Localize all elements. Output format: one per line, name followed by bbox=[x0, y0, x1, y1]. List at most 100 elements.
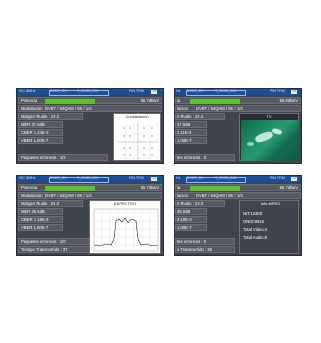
noise-margin-row: n Ruido : 22.4 bbox=[175, 113, 225, 120]
noise-margin-row: n Ruido : 23.3 bbox=[175, 200, 225, 207]
power-value: 55.8dBuV bbox=[279, 98, 298, 104]
elapsed-time-row: o Transcurrido : 35 bbox=[175, 246, 235, 253]
modulation-row: Modulacion DVBT / 64QAM / 8K / 1/4 bbox=[18, 105, 162, 112]
modulation-label: lacion bbox=[177, 193, 188, 199]
cber-value: 3.10E-3 bbox=[177, 217, 192, 223]
power-label: ia bbox=[177, 185, 181, 191]
packets-value: Paquetes erroneos : 1/0 bbox=[21, 239, 66, 245]
mer-row: MER 37.6dB bbox=[18, 121, 63, 128]
noise-margin-row: Margen Ruido : 24.0 bbox=[18, 200, 83, 207]
status-bar: Hz DVBT_CH T_CH25_538 PIN TRM T2 bbox=[175, 176, 301, 184]
packets-value: tes erroneos : 0 bbox=[177, 155, 207, 161]
vber-value: VBER 1.00E-7 bbox=[21, 138, 49, 144]
constellation-plot bbox=[118, 122, 159, 160]
mer-value: MER 35.5dB bbox=[21, 209, 45, 215]
elapsed-time-value: o Transcurrido : 35 bbox=[177, 247, 212, 253]
vber-row: VBER 1.00E-7 bbox=[18, 137, 63, 144]
mer-value: 39.0dB bbox=[177, 209, 191, 215]
mode-label: PIN TRM bbox=[270, 89, 285, 93]
bandwidth-label: Hz bbox=[176, 176, 181, 180]
modulation-row: lacion DVBT / 64QAM / 8K / 1/4 bbox=[175, 192, 301, 199]
channel-tab[interactable] bbox=[186, 176, 246, 184]
power-value: 55.7dBuV bbox=[140, 185, 159, 191]
channel-tab[interactable] bbox=[49, 89, 109, 97]
power-row: ia 55.8dBuV bbox=[175, 97, 301, 104]
screen-constellation: ISC 8MHz DVBT_CH T_CH25_590 PIN TRM T2 P… bbox=[16, 88, 164, 164]
power-value: 55.7dBuV bbox=[140, 98, 159, 104]
vber-row: 1.00E-7 bbox=[175, 224, 207, 231]
panel-title: TV bbox=[266, 113, 272, 119]
modulation-label: Modulacion bbox=[21, 193, 43, 199]
packets-value: tes erroneos : 0 bbox=[177, 239, 207, 245]
elapsed-time-value: Tiempo Transcurrido : 37 bbox=[21, 247, 68, 253]
status-bar: ISC 8MHz DVBT_CH T_CH25_590 PIN TRM T2 bbox=[17, 89, 163, 97]
cber-value: 2.11E-3 bbox=[177, 130, 192, 136]
screen-spectrum: ISC 8MHz DVBT_CH T_CH25_590 PIN TRM T2 P… bbox=[16, 175, 164, 256]
vber-row: VBER 1.00E-7 bbox=[18, 224, 63, 231]
bandwidth-label: ISC 8MHz bbox=[19, 89, 36, 93]
mer-value: MER 37.6dB bbox=[21, 122, 45, 128]
constellation-panel: Constelacion bbox=[113, 113, 161, 161]
power-level-bar bbox=[45, 186, 95, 191]
mpeg-total-video: Total Video:4 bbox=[243, 227, 268, 232]
packets-row: Paquetes erroneos : 1/2 bbox=[18, 154, 108, 161]
modulation-value: DVBT / 64QAM / 8K / 1/4 bbox=[196, 193, 243, 199]
tv-panel: TV bbox=[239, 113, 299, 161]
power-level-bar bbox=[45, 99, 95, 104]
noise-margin-value: Margen Ruido : 23.2 bbox=[21, 114, 59, 120]
cber-row: 3.10E-3 bbox=[175, 216, 207, 223]
power-label: Potencia bbox=[21, 185, 38, 191]
screen-tv: Hz DVBT_CH T_CH25_538 PIN TRM T2 ia 55.8… bbox=[174, 88, 302, 164]
packets-row: tes erroneos : 0 bbox=[175, 154, 235, 161]
cber-value: CBER 1.15E-3 bbox=[21, 217, 49, 223]
vber-value: 1.00E-7 bbox=[177, 225, 192, 231]
power-label: ia bbox=[177, 98, 181, 104]
packets-row: tes erroneos : 0 bbox=[175, 238, 235, 245]
standard-badge: T2 bbox=[291, 176, 298, 181]
mer-row: 37.6dB bbox=[175, 121, 207, 128]
screen-mpeg-info: Hz DVBT_CH T_CH25_538 PIN TRM T2 ia 55.7… bbox=[174, 175, 302, 256]
channel-tab[interactable] bbox=[186, 89, 246, 97]
packets-value: Paquetes erroneos : 1/2 bbox=[21, 155, 66, 161]
mpeg-info-panel: Info MPEG NIT:12300 ONID:8916 Total Vide… bbox=[239, 200, 299, 254]
noise-margin-row: Margen Ruido : 23.2 bbox=[18, 113, 83, 120]
mpeg-total-audio: Total Audio:8 bbox=[243, 235, 267, 240]
spectrum-panel: ESPECTRO bbox=[89, 200, 161, 254]
bandwidth-label: ISC 8MHz bbox=[19, 176, 36, 180]
mer-row: 39.0dB bbox=[175, 208, 207, 215]
noise-margin-value: n Ruido : 22.4 bbox=[177, 114, 204, 120]
modulation-value: DVBT / 64QAM / 8K / 1/4 bbox=[45, 193, 92, 199]
modulation-value: DVBT / 64QAM / 8K / 1/4 bbox=[45, 106, 92, 112]
mode-label: PIN TRM bbox=[129, 89, 144, 93]
mode-label: PIN TRM bbox=[270, 176, 285, 180]
vber-value: VBER 1.00E-7 bbox=[21, 225, 49, 231]
cber-value: CBER 1.24E-3 bbox=[21, 130, 49, 136]
panel-title: Info MPEG bbox=[260, 201, 281, 206]
standard-badge: T2 bbox=[151, 176, 158, 181]
modulation-label: Modulacion bbox=[21, 106, 43, 112]
mode-label: PIN TRM bbox=[129, 176, 144, 180]
power-level-bar bbox=[190, 186, 240, 191]
vber-value: 1.00E-7 bbox=[177, 138, 192, 144]
mer-value: 37.6dB bbox=[177, 122, 191, 128]
bandwidth-label: Hz bbox=[176, 89, 181, 93]
modulation-row: Modulacion DVBT / 64QAM / 8K / 1/4 bbox=[18, 192, 162, 199]
mer-row: MER 35.5dB bbox=[18, 208, 63, 215]
noise-margin-value: Margen Ruido : 24.0 bbox=[21, 201, 59, 207]
tv-video-thumbnail bbox=[241, 120, 299, 161]
power-row: Potencia 55.7dBuV bbox=[18, 184, 162, 191]
modulation-value: DVBT / 64QAM / 8K / 1/4 bbox=[196, 106, 243, 112]
standard-badge: T2 bbox=[151, 89, 158, 94]
status-bar: Hz DVBT_CH T_CH25_538 PIN TRM T2 bbox=[175, 89, 301, 97]
vber-row: 1.00E-7 bbox=[175, 137, 207, 144]
noise-margin-value: n Ruido : 23.3 bbox=[177, 201, 204, 207]
mpeg-onid: ONID:8916 bbox=[243, 219, 264, 224]
cber-row: 2.11E-3 bbox=[175, 129, 207, 136]
modulation-label: lacion bbox=[177, 106, 188, 112]
cber-row: CBER 1.24E-3 bbox=[18, 129, 63, 136]
power-value: 55.7dBuV bbox=[279, 185, 298, 191]
channel-tab[interactable] bbox=[49, 176, 109, 184]
standard-badge: T2 bbox=[291, 89, 298, 94]
power-level-bar bbox=[190, 99, 240, 104]
power-row: Potencia 55.7dBuV bbox=[18, 97, 162, 104]
